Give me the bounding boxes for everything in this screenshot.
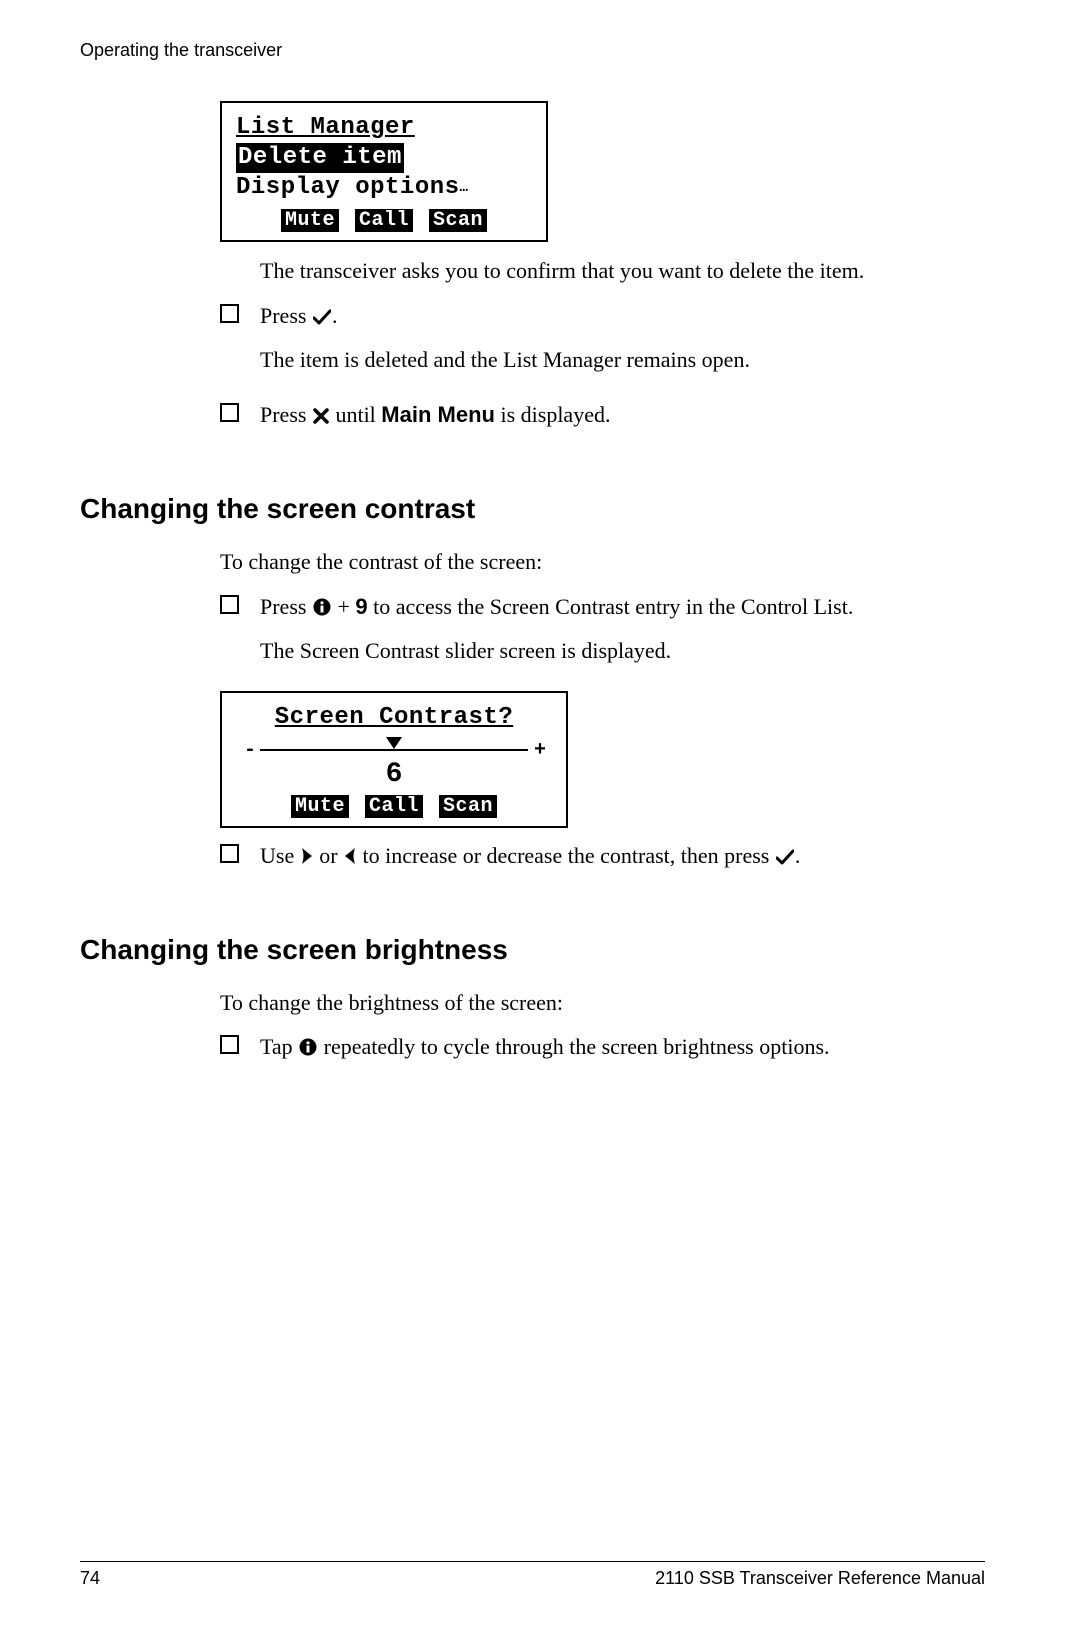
text: is displayed. (495, 402, 611, 427)
page-footer: 74 2110 SSB Transceiver Reference Manual (80, 1561, 985, 1589)
text: Use (260, 843, 300, 868)
softkey-mute: Mute (291, 795, 349, 818)
minus-icon: - (244, 739, 256, 762)
slider-marker-icon (386, 737, 402, 749)
slider-displayed-text: The Screen Contrast slider screen is dis… (260, 635, 945, 667)
lcd-softkey-row: Mute Call Scan (236, 209, 532, 232)
text: until (330, 402, 381, 427)
lcd-row-display-options: Display options… (236, 173, 532, 203)
lcd-list-manager: List Manager Delete item Display options… (220, 101, 548, 242)
lcd-title: List Manager (236, 113, 532, 143)
step-contrast-open: Press + 9 to access the Screen Contrast … (220, 591, 945, 679)
text: or (314, 843, 343, 868)
page-number: 74 (80, 1568, 100, 1589)
step-contrast-adjust: Use or to increase or decrease the contr… (220, 840, 945, 884)
text: Press (260, 303, 312, 328)
text: . (795, 843, 801, 868)
softkey-scan: Scan (439, 795, 497, 818)
checkbox-icon (220, 840, 260, 884)
softkey-call: Call (355, 209, 413, 232)
key-9: 9 (355, 594, 367, 619)
lcd-screen-contrast: Screen Contrast? - + 6 Mute Call Scan (220, 691, 568, 828)
text: to increase or decrease the contrast, th… (357, 843, 775, 868)
step-brightness-tap: Tap repeatedly to cycle through the scre… (220, 1031, 945, 1075)
checkbox-icon (220, 591, 260, 679)
contrast-heading: Changing the screen contrast (80, 493, 985, 525)
contrast-intro: To change the contrast of the screen: (220, 547, 945, 577)
text: to access the Screen Contrast entry in t… (368, 594, 854, 619)
text: Tap (260, 1034, 298, 1059)
text: + (332, 594, 355, 619)
checkbox-icon (220, 300, 260, 388)
contrast-slider: - + (242, 735, 546, 761)
brightness-heading: Changing the screen brightness (80, 934, 985, 966)
contrast-value: 6 (236, 761, 552, 789)
check-icon (776, 849, 794, 865)
checkbox-icon (220, 1031, 260, 1075)
softkey-scan: Scan (429, 209, 487, 232)
text: . (332, 303, 338, 328)
lcd-title: Screen Contrast? (236, 703, 552, 733)
footer-title: 2110 SSB Transceiver Reference Manual (655, 1568, 985, 1589)
checkbox-icon (220, 399, 260, 443)
check-icon (313, 309, 331, 325)
info-icon (313, 598, 331, 616)
softkey-call: Call (365, 795, 423, 818)
text: Press (260, 402, 312, 427)
confirm-delete-text: The transceiver asks you to confirm that… (260, 256, 945, 286)
scroll-right-icon (301, 847, 313, 865)
running-header: Operating the transceiver (80, 40, 985, 61)
main-menu-label: Main Menu (381, 402, 495, 427)
plus-icon: + (534, 739, 546, 762)
lcd-row-selected: Delete item (236, 143, 532, 173)
brightness-intro: To change the brightness of the screen: (220, 988, 945, 1018)
lcd-softkey-row: Mute Call Scan (236, 795, 552, 818)
step-press-x: Press until Main Menu is displayed. (220, 399, 945, 443)
info-icon (299, 1038, 317, 1056)
softkey-mute: Mute (281, 209, 339, 232)
step-press-check: Press . The item is deleted and the List… (220, 300, 945, 388)
item-deleted-text: The item is deleted and the List Manager… (260, 344, 945, 376)
text: Press (260, 594, 312, 619)
x-icon (313, 408, 329, 424)
scroll-left-icon (344, 847, 356, 865)
text: repeatedly to cycle through the screen b… (318, 1034, 829, 1059)
